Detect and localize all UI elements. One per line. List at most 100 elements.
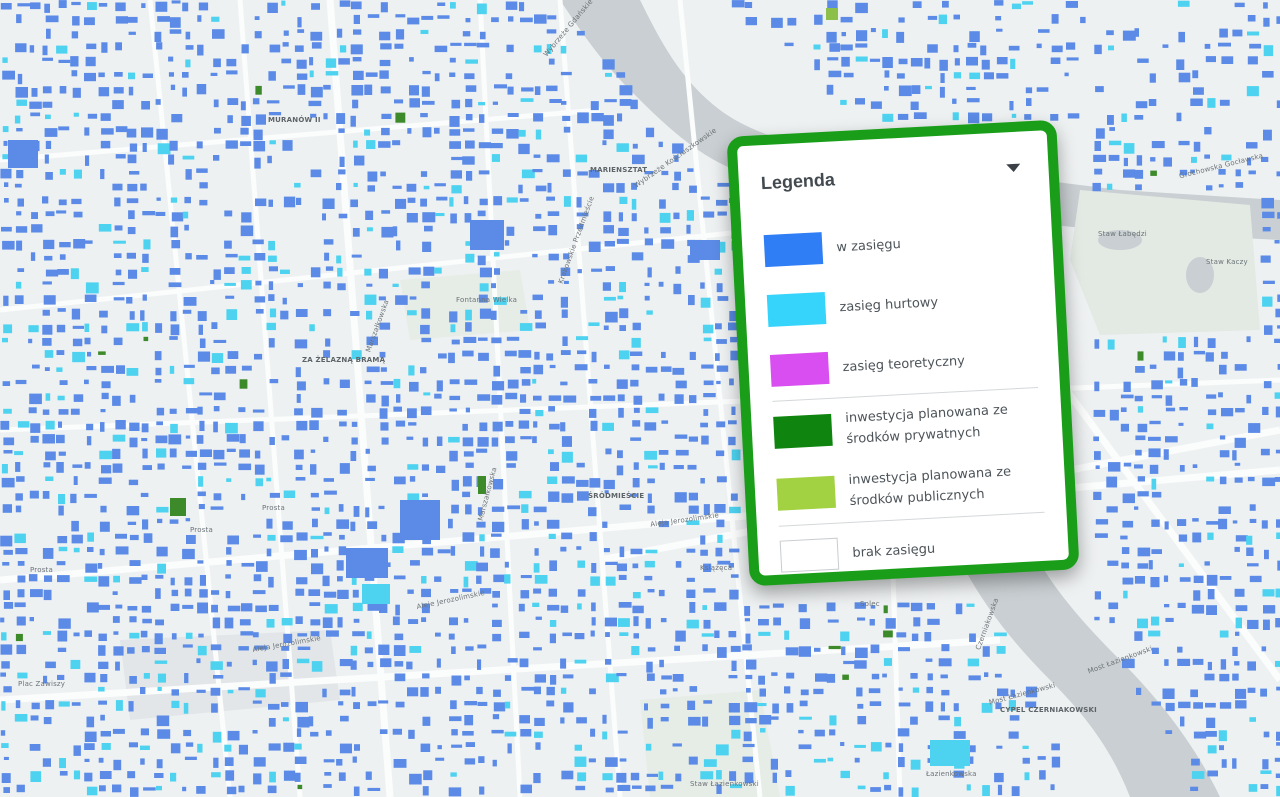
building <box>435 757 445 761</box>
building <box>227 605 241 612</box>
building <box>282 42 289 47</box>
map-canvas[interactable] <box>0 0 1280 797</box>
building <box>46 28 51 39</box>
building <box>45 393 51 401</box>
building <box>519 408 531 414</box>
building <box>602 282 611 291</box>
building <box>1137 547 1151 557</box>
building <box>407 493 420 501</box>
building <box>700 535 706 545</box>
building <box>883 605 888 614</box>
building <box>674 171 681 181</box>
building <box>2 562 10 566</box>
building <box>182 786 187 792</box>
building-large <box>400 500 440 540</box>
building <box>560 717 565 724</box>
building <box>1177 519 1187 526</box>
building <box>1094 339 1100 349</box>
building <box>494 84 507 89</box>
building <box>463 196 469 205</box>
building <box>532 253 538 258</box>
building <box>631 646 640 656</box>
building <box>1221 408 1234 417</box>
building <box>171 689 179 696</box>
building <box>241 365 252 371</box>
label-srodmiescie: ŚRÓDMIEŚCIE <box>588 492 645 500</box>
building <box>393 759 407 768</box>
building <box>113 240 126 244</box>
building <box>45 172 53 180</box>
building <box>1151 478 1157 490</box>
building <box>1009 101 1014 111</box>
building <box>170 311 177 322</box>
building <box>44 3 50 13</box>
building <box>98 351 106 355</box>
building <box>1025 87 1033 94</box>
label-ksiazeca: Książęca <box>700 564 733 572</box>
building <box>716 380 721 385</box>
building <box>437 15 450 19</box>
building <box>952 112 959 121</box>
building <box>184 224 189 231</box>
building <box>84 758 90 762</box>
building <box>799 618 811 629</box>
building <box>546 196 555 201</box>
building <box>619 196 628 204</box>
building <box>1137 423 1148 433</box>
label-prosta-1: Prosta <box>262 504 285 512</box>
building <box>381 395 389 407</box>
building <box>897 728 910 737</box>
building <box>644 422 657 431</box>
map[interactable]: MURANÓW II MARIENSZTAT ZA ŻELAZNĄ BRAMĄ … <box>0 0 1280 797</box>
building <box>87 532 94 542</box>
building <box>925 701 934 712</box>
building <box>982 113 993 122</box>
building <box>238 744 248 755</box>
building <box>308 100 322 107</box>
legend-title: Legenda <box>760 169 836 194</box>
building <box>1120 394 1134 399</box>
building <box>395 29 405 40</box>
building <box>155 211 166 216</box>
building <box>450 324 456 333</box>
building <box>590 101 599 111</box>
building <box>182 309 192 314</box>
building <box>534 351 540 360</box>
building <box>508 16 514 22</box>
legend-header[interactable]: Legenda <box>760 159 1029 203</box>
building <box>42 45 48 56</box>
building <box>1107 560 1119 566</box>
building <box>140 183 147 191</box>
building <box>28 338 33 344</box>
building <box>184 577 193 586</box>
building <box>815 673 828 682</box>
legend-swatch-in-range <box>763 232 824 268</box>
building <box>392 140 401 146</box>
building <box>1234 546 1240 552</box>
building <box>910 716 918 725</box>
building <box>464 758 476 765</box>
building <box>283 196 296 208</box>
building <box>590 728 596 737</box>
building <box>57 575 70 583</box>
building <box>631 213 637 222</box>
building <box>182 155 195 160</box>
building <box>353 70 364 80</box>
building <box>1207 409 1217 416</box>
building <box>492 633 502 642</box>
building <box>703 380 714 386</box>
building <box>378 700 389 704</box>
building <box>588 758 596 763</box>
building <box>1232 450 1237 461</box>
building <box>280 269 290 274</box>
building <box>350 645 358 656</box>
building <box>3 787 10 793</box>
building <box>493 689 501 697</box>
building <box>308 589 321 596</box>
building <box>129 422 140 431</box>
building <box>966 784 971 791</box>
building <box>1107 115 1114 125</box>
building <box>1109 127 1115 131</box>
caret-down-icon[interactable] <box>1006 163 1021 173</box>
building <box>534 521 539 526</box>
